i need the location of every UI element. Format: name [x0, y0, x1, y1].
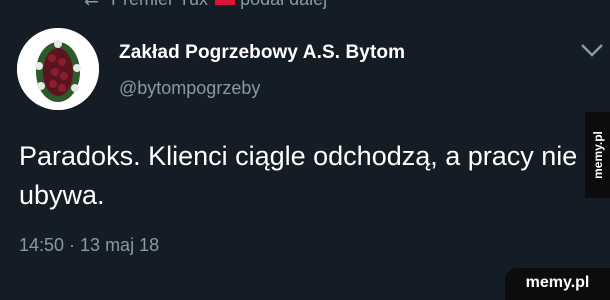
tweet-text: Paradoks. Klienci ciągle odchodzą, a pra…	[19, 141, 578, 210]
funeral-wreath-icon	[17, 28, 99, 110]
tweet-timestamp[interactable]: 14:50 · 13 maj 18	[19, 235, 159, 256]
retweet-icon: ⇄	[84, 0, 106, 8]
avatar[interactable]	[17, 28, 99, 110]
poland-flag-icon	[215, 0, 236, 6]
retweet-bar: ⇄ Premier Tux podał dalej	[0, 0, 610, 14]
retweet-action: podał dalej	[240, 0, 327, 9]
retweeter-name[interactable]: Premier Tux	[111, 0, 208, 9]
side-watermark-label: memy.pl	[590, 131, 605, 179]
bottom-watermark: memy.pl	[505, 268, 610, 300]
display-name[interactable]: Zakład Pogrzebowy A.S. Bytom	[119, 42, 405, 64]
user-handle[interactable]: @bytompogrzeby	[119, 78, 260, 99]
chevron-down-icon[interactable]	[579, 40, 605, 60]
side-watermark: memy.pl	[585, 112, 610, 198]
